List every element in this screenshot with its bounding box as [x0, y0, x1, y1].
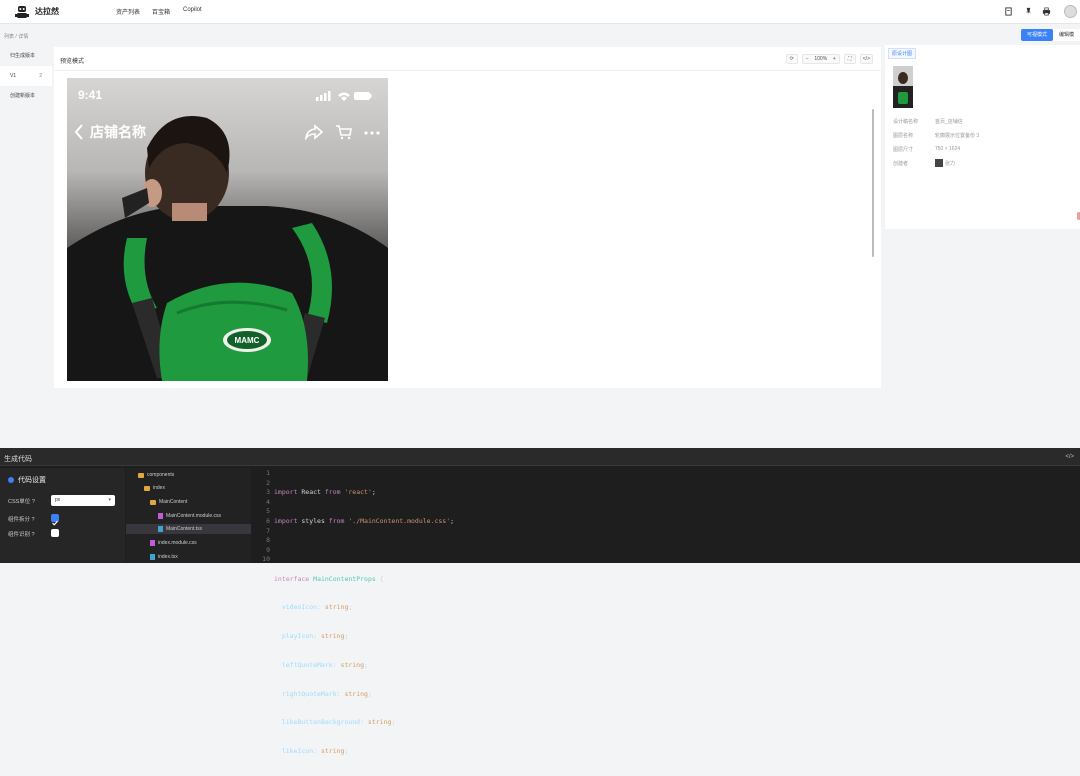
tree-item-index-tsx[interactable]: index.tsx [150, 552, 178, 562]
css-file-icon [158, 513, 163, 519]
css-unit-label: CSS单位 ? [8, 499, 35, 505]
code-line: interface MainContentProps { [274, 574, 384, 583]
code-settings-title: 代码设置 [8, 475, 46, 485]
detect-label: 组件识别 ? [8, 532, 35, 538]
preview-panel: 预览模式 ⟳ − 100% + ⛶ </> MAMC 9:41 店铺名称 [54, 47, 881, 388]
preview-scrollbar[interactable] [872, 109, 874, 257]
tree-item-index-css[interactable]: index.module.css [150, 538, 197, 548]
code-line: videoIcon: string; [274, 603, 353, 612]
code-settings: 代码设置 CSS单位 ? px ▾ 组件拆分 ? 组件识别 ? [0, 468, 125, 563]
folder-icon [138, 472, 144, 478]
backpack-logo-text: MAMC [235, 336, 260, 345]
phone-preview: MAMC 9:41 店铺名称 [67, 78, 388, 381]
file-tree: components index MainContent MainContent… [126, 468, 251, 563]
css-unit-select[interactable]: px ▾ [51, 495, 115, 506]
user-avatar[interactable] [1064, 5, 1077, 18]
detect-checkbox[interactable] [51, 529, 59, 537]
version-item-generated[interactable]: 归生成版本 [0, 46, 52, 66]
folder-icon [144, 485, 150, 491]
tree-item-maincontent-css[interactable]: MainContent.module.css [158, 511, 221, 521]
breadcrumb: 列表 / 详情 [4, 34, 29, 40]
annotate-mode-button[interactable]: 编辑模 [1052, 29, 1080, 41]
zoom-level: 100% [814, 56, 828, 62]
chevron-down-icon: ▾ [108, 497, 111, 503]
preview-divider [54, 70, 881, 71]
tree-item-maincontent-tsx[interactable]: MainContent.tsx [126, 524, 251, 534]
cart-icon[interactable] [335, 124, 353, 140]
tree-item-index[interactable]: index [144, 483, 165, 493]
help-icon: ? [31, 517, 35, 523]
nav-toolbox[interactable]: 百宝箱 [152, 7, 170, 16]
tree-item-components[interactable]: components [138, 470, 174, 480]
code-line: playIcon: string; [274, 632, 349, 641]
design-info-panel: 原设计图 设计稿名称 首页_店铺信 图层名称 轮廓展示位置备份 3 图层尺寸 750 … [885, 45, 1080, 229]
share-icon[interactable] [305, 124, 323, 140]
code-line: leftQuoteMark: string; [274, 660, 368, 669]
code-line: import styles from './MainContent.module… [274, 516, 455, 525]
help-icon: ? [31, 499, 35, 505]
breadcrumb-list[interactable]: 列表 [4, 34, 14, 40]
folder-icon [150, 499, 156, 505]
fullscreen-icon[interactable]: ⛶ [843, 54, 856, 64]
split-label: 组件拆分 ? [8, 517, 35, 523]
design-thumbnail[interactable] [893, 66, 913, 108]
robot-logo-icon[interactable] [14, 4, 30, 20]
info-row-layer-name: 图层名称 轮廓展示位置备份 3 [893, 133, 980, 139]
tsx-file-icon [158, 526, 163, 532]
code-toggle-icon[interactable]: </> [1065, 454, 1074, 460]
brand-name: 达拉然 [35, 7, 59, 16]
code-view-icon[interactable]: </> [859, 54, 873, 64]
nav-copilot[interactable]: Copilot [183, 7, 202, 13]
code-line: import React from 'react'; [274, 488, 376, 497]
preview-title: 预览模式 [60, 59, 85, 65]
line-numbers: 1 2 3 4 5 6 7 8 9 10 [262, 469, 270, 564]
status-time: 9:41 [78, 88, 103, 102]
zoom-out-button[interactable]: − [806, 55, 809, 63]
status-signal-wifi-battery-icon [316, 91, 372, 101]
breadcrumb-detail: 详情 [18, 34, 29, 40]
tab-original-design[interactable]: 原设计图 [888, 48, 917, 59]
gear-icon [8, 477, 14, 483]
printer-icon[interactable] [1042, 7, 1051, 16]
store-name: 店铺名称 [90, 124, 146, 140]
code-editor[interactable]: 1 2 3 4 5 6 7 8 9 10 import React from 'react'; i… [252, 468, 1080, 755]
pin-icon[interactable] [1024, 7, 1033, 16]
visual-mode-button[interactable]: 可视模式 [1020, 29, 1053, 41]
code-line: likeButtonBackground: string; [274, 718, 396, 727]
zoom-in-button[interactable]: + [833, 55, 836, 63]
version-sidebar: 归生成版本 V1 2 创建新版本 [0, 46, 52, 106]
code-panel: 生成代码 </> 代码设置 CSS单位 ? px ▾ 组件拆分 ? 组件识别 ? … [0, 448, 1080, 755]
mode-switch: 可视模式 编辑模 [1020, 29, 1080, 41]
version-item-create[interactable]: 创建新版本 [0, 86, 52, 106]
info-row-layer-size: 图层尺寸 750 × 1624 [893, 146, 961, 153]
code-panel-title: 生成代码 [4, 456, 32, 463]
code-line: likeIcon: string; [274, 747, 349, 756]
tsx-file-icon [150, 554, 155, 560]
css-file-icon [150, 540, 155, 546]
info-row-design-name: 设计稿名称 首页_店铺信 [893, 119, 963, 125]
code-line: rightQuoteMark: string; [274, 689, 372, 698]
split-checkbox[interactable] [51, 514, 59, 526]
code-panel-header: 生成代码 </> [0, 448, 1080, 466]
help-icon: ? [31, 532, 35, 538]
version-count: 2 [39, 73, 42, 79]
refresh-icon[interactable]: ⟳ [785, 54, 798, 64]
zoom-control: − 100% + [801, 54, 840, 64]
code-lines: import React from 'react'; import styles… [274, 469, 454, 776]
document-icon[interactable] [1004, 7, 1013, 16]
back-arrow-icon[interactable] [74, 124, 84, 140]
version-item-v1[interactable]: V1 2 [0, 66, 52, 86]
nav-asset-list[interactable]: 资产列表 [116, 7, 140, 16]
preview-toolbar: ⟳ − 100% + ⛶ </> [785, 54, 873, 64]
tree-item-maincontent[interactable]: MainContent [150, 497, 187, 507]
top-bar: 达拉然 资产列表 百宝箱 Copilot [0, 0, 1080, 24]
more-icon[interactable] [363, 124, 381, 140]
info-row-creator: 创建者 张力 [893, 159, 956, 167]
creator-avatar [935, 159, 943, 167]
